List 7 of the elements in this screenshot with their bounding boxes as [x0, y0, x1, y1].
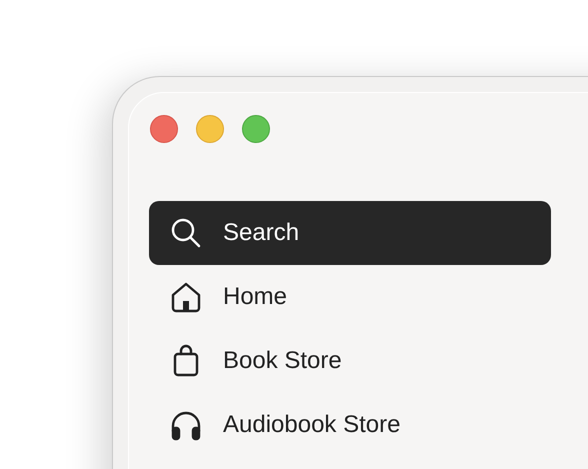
sidebar-item[interactable]: Home — [149, 265, 551, 329]
close-button[interactable] — [150, 115, 178, 143]
zoom-button[interactable] — [242, 115, 270, 143]
sidebar-item[interactable]: Search — [149, 201, 551, 265]
minimize-button[interactable] — [196, 115, 224, 143]
sidebar-item[interactable]: Book Store — [149, 329, 551, 393]
sidebar-item[interactable]: Audiobook Store — [149, 393, 551, 457]
